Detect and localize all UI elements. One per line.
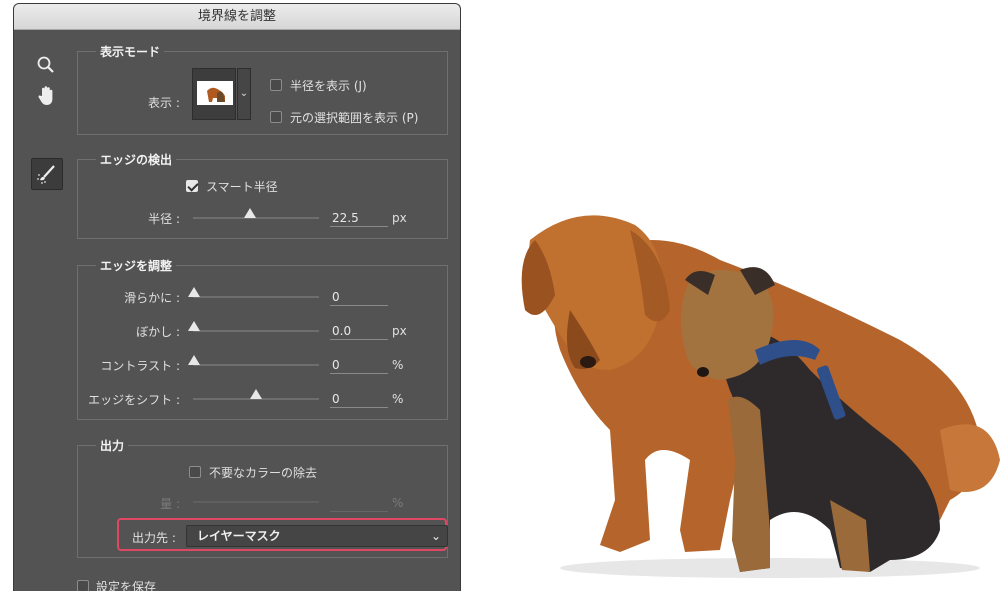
smooth-slider-thumb[interactable] [188,287,200,297]
refine-edge-dialog: 境界線を調整 表示モード 表示 : ⌄ 半径を表示 (J) 元の選択範囲を表示 … [13,3,461,591]
dialog-title: 境界線を調整 [14,4,460,30]
refine-radius-brush-icon[interactable] [31,158,63,190]
contrast-input[interactable]: 0 [330,357,388,374]
output-title: 出力 [96,437,129,454]
view-mode-title: 表示モード [96,43,165,60]
edge-detection-group: エッジの検出 [77,151,448,239]
amount-unit: % [392,496,404,510]
amount-input [330,495,388,512]
chevron-down-icon: ⌄ [430,529,441,543]
zoom-icon[interactable] [31,50,61,80]
contrast-slider-thumb[interactable] [188,355,200,365]
smart-radius-checkbox[interactable] [186,180,198,192]
show-radius-checkbox[interactable] [270,79,282,91]
radius-label: 半径 : [148,212,180,226]
save-settings-checkbox[interactable] [77,580,89,591]
amount-slider [193,501,319,503]
contrast-unit: % [392,358,404,372]
smart-radius-label: スマート半径 [206,180,278,194]
view-mode-dropdown[interactable]: ⌄ [237,68,251,120]
feather-input[interactable]: 0.0 [330,323,388,340]
hand-icon[interactable] [31,81,61,111]
output-to-value: レイヤーマスク [197,529,281,543]
show-radius-label: 半径を表示 (J) [290,79,367,93]
save-settings-label: 設定を保存 [96,580,157,591]
smooth-slider[interactable] [188,287,319,298]
radius-unit: px [392,211,407,225]
radius-slider[interactable] [193,208,319,219]
feather-slider-thumb[interactable] [188,321,200,331]
shift-edge-input[interactable]: 0 [330,391,388,408]
decontaminate-label: 不要なカラーの除去 [209,466,318,480]
view-thumbnail[interactable] [192,68,236,120]
output-to-label: 出力先 : [132,531,176,545]
contrast-slider[interactable] [188,355,319,366]
radius-slider-thumb[interactable] [244,208,256,218]
decontaminate-checkbox[interactable] [189,466,201,478]
shift-edge-label: エッジをシフト : [88,393,180,407]
contrast-label: コントラスト : [100,359,180,373]
view-label: 表示 : [148,96,180,110]
radius-input[interactable]: 22.5 [330,210,388,227]
view-thumbnail-image [197,81,233,105]
shift-edge-unit: % [392,392,404,406]
feather-slider[interactable] [188,321,319,332]
show-original-checkbox[interactable] [270,111,282,123]
amount-label: 量 : [160,497,180,511]
shift-edge-slider[interactable] [193,389,319,400]
edge-detection-title: エッジの検出 [96,151,177,168]
adjust-edge-title: エッジを調整 [96,257,177,274]
shift-edge-slider-thumb[interactable] [250,389,262,399]
feather-label: ぼかし : [136,325,180,339]
feather-unit: px [392,324,407,338]
dogs-photo [521,215,1000,578]
smooth-label: 滑らかに : [124,291,180,305]
chevron-down-icon: ⌄ [239,88,249,99]
output-to-select[interactable]: レイヤーマスク ⌄ [186,525,448,547]
smooth-input[interactable]: 0 [330,289,388,306]
show-original-label: 元の選択範囲を表示 (P) [290,111,419,125]
